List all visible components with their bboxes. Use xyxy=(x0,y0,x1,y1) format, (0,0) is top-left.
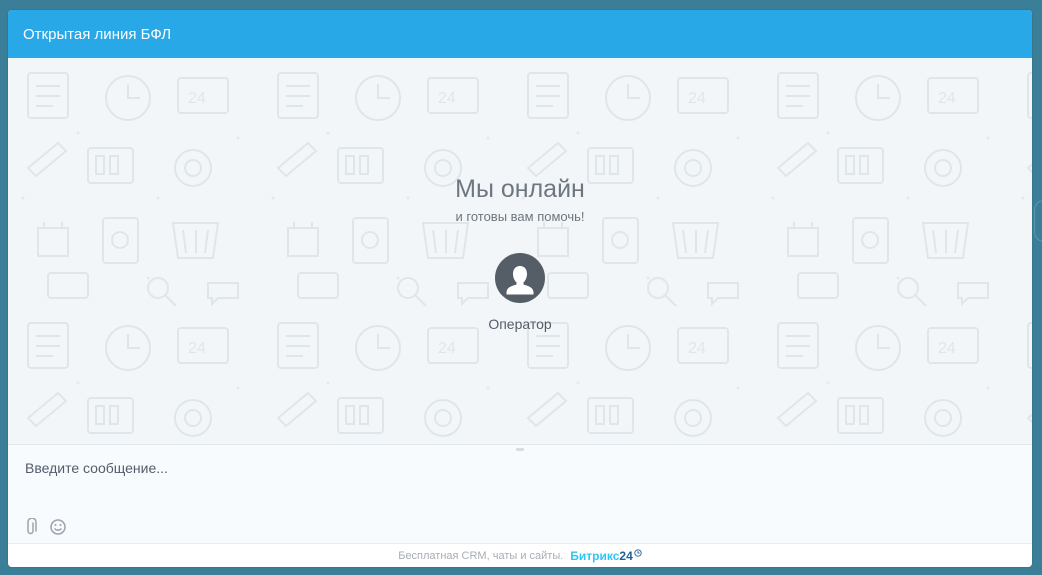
brand-name: Битрикс xyxy=(570,549,620,563)
smiley-icon[interactable] xyxy=(49,518,67,536)
paperclip-icon[interactable] xyxy=(22,518,40,536)
welcome-title: Мы онлайн xyxy=(455,175,585,203)
operator-name: Оператор xyxy=(488,316,552,332)
operator-avatar xyxy=(495,253,545,303)
user-silhouette-icon xyxy=(506,266,534,295)
brand-number: 24 xyxy=(619,549,633,563)
chat-header: Открытая линия БФЛ xyxy=(8,10,1032,58)
clock-icon xyxy=(634,549,642,557)
footer-text: Бесплатная CRM, чаты и сайты. xyxy=(398,550,564,562)
background-pattern: 24 xyxy=(8,58,1032,444)
chat-window: Открытая линия БФЛ 24 xyxy=(8,10,1032,567)
message-area: 24 xyxy=(8,58,1032,444)
brand-link[interactable]: Битрикс24 xyxy=(570,549,632,563)
resize-handle[interactable] xyxy=(516,448,524,451)
welcome-subtitle: и готовы вам помочь! xyxy=(455,209,585,224)
footer: Бесплатная CRM, чаты и сайты. Битрикс24 xyxy=(8,543,1032,567)
chat-title: Открытая линия БФЛ xyxy=(23,25,172,43)
side-edge-handle[interactable] xyxy=(1034,200,1042,242)
composer xyxy=(8,444,1032,544)
message-input[interactable] xyxy=(23,457,1007,479)
